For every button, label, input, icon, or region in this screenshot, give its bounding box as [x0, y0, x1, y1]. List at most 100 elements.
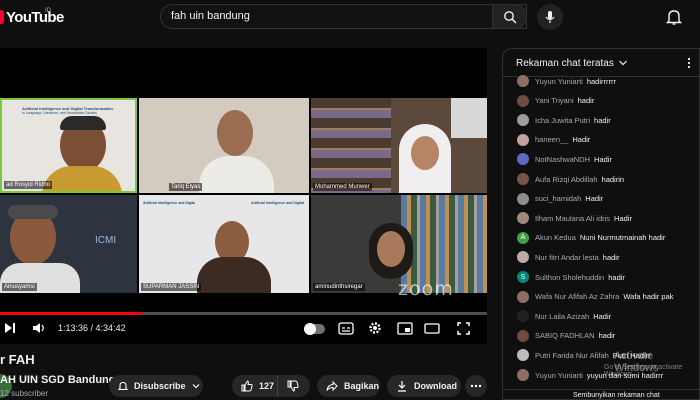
- chat-message: Wafa Nur Afifah Az Zahra Wafa hadir pak: [517, 290, 674, 304]
- avatar[interactable]: [517, 329, 529, 342]
- top-bar: YouTube ID fah uin bandung: [0, 0, 700, 34]
- chat-author[interactable]: Icha Juwita Putri: [535, 116, 590, 125]
- like-button[interactable]: 127: [232, 375, 278, 397]
- participant-head: [217, 110, 253, 156]
- bookshelf: [311, 98, 391, 193]
- channel-name[interactable]: AH UIN SGD Bandung: [0, 374, 116, 386]
- dislike-button[interactable]: [278, 375, 308, 397]
- video-player[interactable]: Artificial Intelligence and Digital Tran…: [0, 48, 487, 344]
- autoplay-toggle[interactable]: [304, 323, 325, 335]
- chat-author[interactable]: Sulthon Sholehuddin: [535, 273, 604, 282]
- chat-text: Hadir: [593, 311, 612, 321]
- youtube-logo[interactable]: YouTube ID: [0, 8, 64, 26]
- participant-name: Tariq Elyas: [169, 183, 203, 191]
- chat-author[interactable]: Aufa Rizqi Abdillah: [535, 175, 598, 184]
- logo-sign: ICMI: [95, 235, 117, 246]
- window-blinds: [451, 98, 487, 138]
- participant-cap: [60, 116, 106, 130]
- chat-author[interactable]: Wafa Nur Afifah Az Zahra: [535, 292, 619, 301]
- banner-title: Artificial Intelligence and Digital Tran…: [251, 201, 305, 205]
- chat-footer: Sembunyikan rekaman chat: [503, 389, 699, 399]
- chat-text: Hadir: [614, 213, 632, 223]
- avatar[interactable]: [517, 310, 529, 323]
- miniplayer-icon[interactable]: [397, 322, 413, 335]
- chat-text: hadirrrrrr: [586, 76, 616, 86]
- search-button[interactable]: [492, 4, 527, 29]
- participant-tile: Artificial Intelligence and Digital Tran…: [0, 98, 137, 193]
- fullscreen-icon[interactable]: [457, 322, 470, 335]
- participant-name: ad Rosyid Ridho: [4, 181, 53, 189]
- avatar[interactable]: A: [517, 231, 529, 244]
- participant-tile: Tariq Elyas: [139, 98, 309, 193]
- chat-text: hadir: [608, 272, 625, 282]
- avatar[interactable]: [517, 75, 529, 87]
- chat-text: Hadir: [585, 194, 604, 204]
- search-input[interactable]: fah uin bandung: [160, 4, 527, 29]
- progress-bar[interactable]: [0, 312, 487, 315]
- avatar[interactable]: [517, 133, 529, 146]
- chat-author[interactable]: Putri Farida Nur Afifah: [535, 351, 609, 360]
- chat-author[interactable]: haneen__: [535, 135, 568, 144]
- chat-message: Ilham Maulana Ali idris Hadir: [517, 211, 632, 225]
- participant-body: [197, 257, 271, 293]
- avatar[interactable]: [517, 251, 529, 264]
- more-vertical-icon[interactable]: [683, 57, 695, 69]
- more-actions-button[interactable]: [465, 375, 487, 397]
- chat-author[interactable]: Yani Triyani: [535, 96, 574, 105]
- participant-name: Ainusyamsi: [2, 283, 37, 291]
- chat-author[interactable]: Yuyun Yuniarti: [535, 371, 583, 380]
- avatar[interactable]: [517, 94, 529, 107]
- chat-text: hadirin: [601, 174, 625, 184]
- avatar[interactable]: [517, 369, 529, 381]
- chat-message: Yani Triyani hadir: [517, 94, 594, 108]
- participant-name: aminudinthsiregar: [313, 283, 365, 291]
- chat-author[interactable]: Ilham Maulana Ali idris: [535, 214, 610, 223]
- like-dislike-group: 127: [232, 375, 310, 397]
- chat-author[interactable]: Nur Laila Azizah: [535, 312, 589, 321]
- banner-right: Artificial Intelligence and Digital Tran…: [251, 201, 305, 221]
- participant-tile: Mohammed Munwer: [311, 98, 487, 193]
- time-display: 1:13:36 / 4:34:42: [58, 323, 126, 333]
- chat-mode-dropdown[interactable]: Rekaman chat teratas: [516, 58, 614, 69]
- subscriber-count: 12 subscriber: [0, 389, 49, 398]
- next-icon[interactable]: [4, 322, 16, 334]
- download-label: Download: [414, 381, 457, 391]
- theater-mode-icon[interactable]: [424, 323, 440, 334]
- region-code: ID: [45, 8, 51, 14]
- chat-author[interactable]: Akun Kedua: [535, 233, 576, 242]
- share-label: Bagikan: [344, 381, 380, 391]
- avatar[interactable]: [517, 290, 529, 303]
- chat-message: S Sulthon Sholehuddin hadir: [517, 270, 625, 284]
- chat-author[interactable]: NotNashwaNDH: [535, 155, 590, 164]
- chat-author[interactable]: Yuyun Yuniarti: [535, 77, 583, 86]
- notification-bell-icon[interactable]: [664, 7, 684, 27]
- download-button[interactable]: Download: [387, 375, 461, 397]
- chat-author[interactable]: Nur fitri Andar lesta: [535, 253, 599, 262]
- chat-header: Rekaman chat teratas: [503, 49, 699, 77]
- settings-gear-icon[interactable]: [368, 321, 382, 335]
- participant-headband: [8, 205, 58, 219]
- voice-search-button[interactable]: [537, 4, 563, 30]
- chevron-down-icon: [192, 384, 199, 389]
- share-icon: [326, 380, 338, 392]
- share-button[interactable]: Bagikan: [317, 375, 380, 397]
- chevron-down-icon[interactable]: [618, 58, 628, 68]
- hide-chat-replay-button[interactable]: Sembunyikan rekaman chat: [573, 392, 660, 399]
- chat-message: SABIQ FADHLAN hadir: [517, 329, 615, 343]
- avatar[interactable]: [517, 114, 529, 127]
- avatar[interactable]: S: [517, 271, 529, 283]
- avatar[interactable]: [517, 212, 529, 225]
- chat-text: Hadir: [594, 154, 612, 164]
- chat-author[interactable]: SABIQ FADHLAN: [535, 331, 595, 340]
- chat-author[interactable]: suci_hamidah: [535, 194, 581, 203]
- subscribe-button[interactable]: Disubscribe: [109, 375, 203, 397]
- subtitles-icon[interactable]: [338, 322, 354, 335]
- volume-icon[interactable]: [32, 321, 46, 335]
- participant-body: [42, 166, 122, 191]
- avatar[interactable]: [517, 192, 529, 205]
- avatar[interactable]: [517, 153, 529, 166]
- chat-message: Icha Juwita Putri hadir: [517, 113, 611, 127]
- avatar[interactable]: [517, 173, 529, 185]
- thumbs-up-icon: [241, 380, 253, 392]
- avatar[interactable]: [517, 349, 529, 362]
